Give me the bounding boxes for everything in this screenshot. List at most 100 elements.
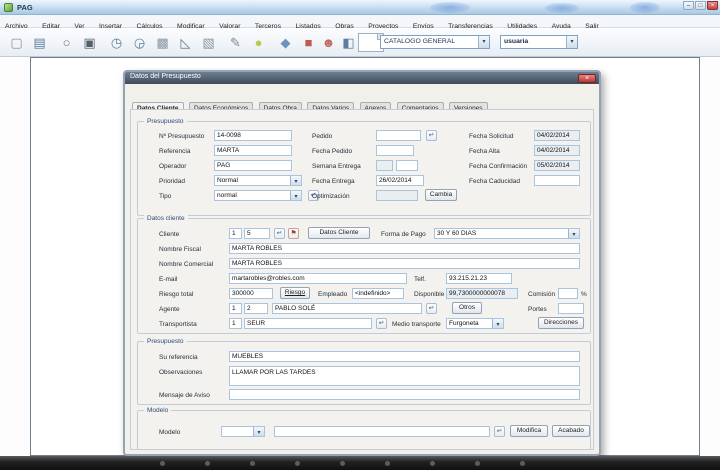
edit-pencil-icon[interactable]: ✎ (225, 31, 246, 52)
tipo-select[interactable]: normal ▾ (214, 190, 302, 201)
taskbar-item[interactable] (250, 461, 255, 466)
nombre-fiscal-field[interactable]: MARTA ROBLES (229, 243, 580, 254)
cliente-flag-icon[interactable]: ⚑ (288, 228, 299, 239)
fecha-caducidad-field[interactable] (534, 175, 580, 186)
otros-button[interactable]: Otros (452, 302, 482, 314)
cube-red-icon[interactable]: ■ (298, 31, 319, 52)
select-area-icon[interactable]: ▩ (152, 31, 173, 52)
medio-transporte-select[interactable]: Furgoneta ▾ (446, 318, 504, 329)
pedido-field[interactable] (376, 130, 421, 141)
datos-cliente-button[interactable]: Datos Cliente (308, 227, 370, 239)
save-icon[interactable]: ▤ (29, 31, 50, 52)
taskbar-item[interactable] (295, 461, 300, 466)
direcciones-button[interactable]: Direcciones (538, 317, 584, 329)
optimizacion-field[interactable] (376, 190, 418, 201)
agente-nombre-field[interactable]: PABLO SOLÉ (272, 303, 422, 314)
chevron-down-icon[interactable]: ▾ (566, 36, 577, 48)
acabado-button[interactable]: Acabado (552, 425, 590, 437)
print-icon[interactable]: ▣ (79, 31, 100, 52)
portes-field[interactable] (558, 303, 584, 314)
cambiar-button[interactable]: Cambia (425, 189, 457, 201)
measure-icon[interactable]: ◺ (175, 31, 196, 52)
cube-blue-icon[interactable]: ◆ (275, 31, 296, 52)
modelo-lookup-icon[interactable]: ↵ (494, 426, 505, 437)
operador-field[interactable]: PAG (214, 160, 292, 171)
fecha-alta-field[interactable]: 04/02/2014 (534, 145, 580, 156)
catalog-select[interactable]: CATALOGO GENERAL ▾ (380, 35, 490, 49)
new-document-icon[interactable]: ▢ (6, 31, 27, 52)
label-medio-transporte: Medio transporte (392, 319, 441, 330)
transportista-nombre-field[interactable]: SEUR (244, 318, 372, 329)
label-tipo: Tipo (159, 191, 171, 202)
forma-de-pago-select[interactable]: 30 Y 60 DIAS ▾ (434, 228, 580, 239)
dialog-close-button[interactable]: × (578, 74, 596, 83)
modelo-descripcion-field[interactable] (274, 426, 490, 437)
semana-entrega-field-1[interactable] (376, 160, 393, 171)
label-pedido: Pedido (312, 131, 332, 142)
taskbar[interactable] (0, 456, 720, 470)
chevron-down-icon[interactable]: ▾ (290, 176, 301, 185)
label-modelo: Modelo (159, 427, 180, 438)
group-modelo: Modelo Modelo ▾ ↵ Modifica Acabado (137, 410, 591, 450)
taskbar-item[interactable] (205, 461, 210, 466)
status-check-icon[interactable]: ● (248, 31, 269, 52)
user-select[interactable]: usuaria ▾ (500, 35, 578, 49)
cliente-tipo-field[interactable]: 1 (229, 228, 242, 239)
app-workspace: Datos del Presupuesto × Datos Cliente Da… (30, 57, 700, 456)
fecha-entrega-field[interactable]: 26/02/2014 (376, 175, 424, 186)
taskbar-item[interactable] (430, 461, 435, 466)
su-referencia-field[interactable]: MUEBLES (229, 351, 580, 362)
fecha-solicitud-field[interactable]: 04/02/2014 (534, 130, 580, 141)
transportista-codigo-field[interactable]: 1 (229, 318, 242, 329)
nombre-comercial-field[interactable]: MARTA ROBLES (229, 258, 580, 269)
paste-history-icon[interactable]: ◶ (129, 31, 150, 52)
chevron-down-icon[interactable]: ▾ (568, 229, 579, 238)
mensaje-aviso-field[interactable] (229, 389, 580, 400)
pedido-lookup-icon[interactable]: ↵ (426, 130, 437, 141)
transportista-lookup-icon[interactable]: ↵ (376, 318, 387, 329)
cliente-codigo-field[interactable]: 5 (244, 228, 270, 239)
taskbar-item[interactable] (475, 461, 480, 466)
chevron-down-icon[interactable]: ▾ (478, 36, 489, 48)
num-presupuesto-field[interactable]: 14-0098 (214, 130, 292, 141)
group-title: Presupuesto (144, 117, 187, 126)
observaciones-textarea[interactable]: LLAMAR POR LAS TARDES (229, 366, 580, 386)
email-field[interactable]: martarobles@robles.com (229, 273, 407, 284)
maximize-button[interactable]: □ (695, 1, 706, 10)
box-3d-icon[interactable]: ◧ (338, 31, 359, 52)
fecha-confirmacion-field[interactable]: 05/02/2014 (534, 160, 580, 171)
taskbar-item[interactable] (520, 461, 525, 466)
document-export-icon[interactable]: ▧ (198, 31, 219, 52)
dialog-titlebar[interactable]: Datos del Presupuesto × (125, 72, 599, 84)
label-nombre-comercial: Nombre Comercial (159, 259, 213, 270)
agente-tipo-field[interactable]: 1 (229, 303, 242, 314)
chevron-down-icon[interactable]: ▾ (253, 427, 264, 436)
copy-history-icon[interactable]: ◷ (106, 31, 127, 52)
prioridad-select[interactable]: Normal ▾ (214, 175, 302, 186)
taskbar-item[interactable] (340, 461, 345, 466)
referencia-field[interactable]: MARTA (214, 145, 292, 156)
close-button[interactable]: × (707, 1, 718, 10)
modifica-button[interactable]: Modifica (510, 425, 548, 437)
riesgo-total-field[interactable]: 300000 (229, 288, 273, 299)
fecha-pedido-field[interactable] (376, 145, 414, 156)
chevron-down-icon[interactable]: ▾ (290, 191, 301, 200)
riesgo-button[interactable]: Riesgo (280, 287, 310, 299)
cliente-lookup-icon[interactable]: ↵ (274, 228, 285, 239)
users-icon[interactable]: ☻ (318, 31, 339, 52)
telf-field[interactable]: 93.215.21.23 (446, 273, 512, 284)
taskbar-item[interactable] (160, 461, 165, 466)
agente-codigo-field[interactable]: 2 (244, 303, 268, 314)
comision-field[interactable] (558, 288, 578, 299)
label-prioridad: Prioridad (159, 176, 185, 187)
taskbar-item[interactable] (385, 461, 390, 466)
search-icon[interactable]: ○ (56, 31, 77, 52)
label-fecha-entrega: Fecha Entrega (312, 176, 355, 187)
modelo-select[interactable]: ▾ (221, 426, 265, 437)
minimize-button[interactable]: – (683, 1, 694, 10)
agente-lookup-icon[interactable]: ↵ (426, 303, 437, 314)
semana-entrega-field-2[interactable] (396, 160, 418, 171)
video-artifact (545, 3, 579, 13)
empleado-field[interactable]: <indefinido> (352, 288, 404, 299)
chevron-down-icon[interactable]: ▾ (492, 319, 503, 328)
